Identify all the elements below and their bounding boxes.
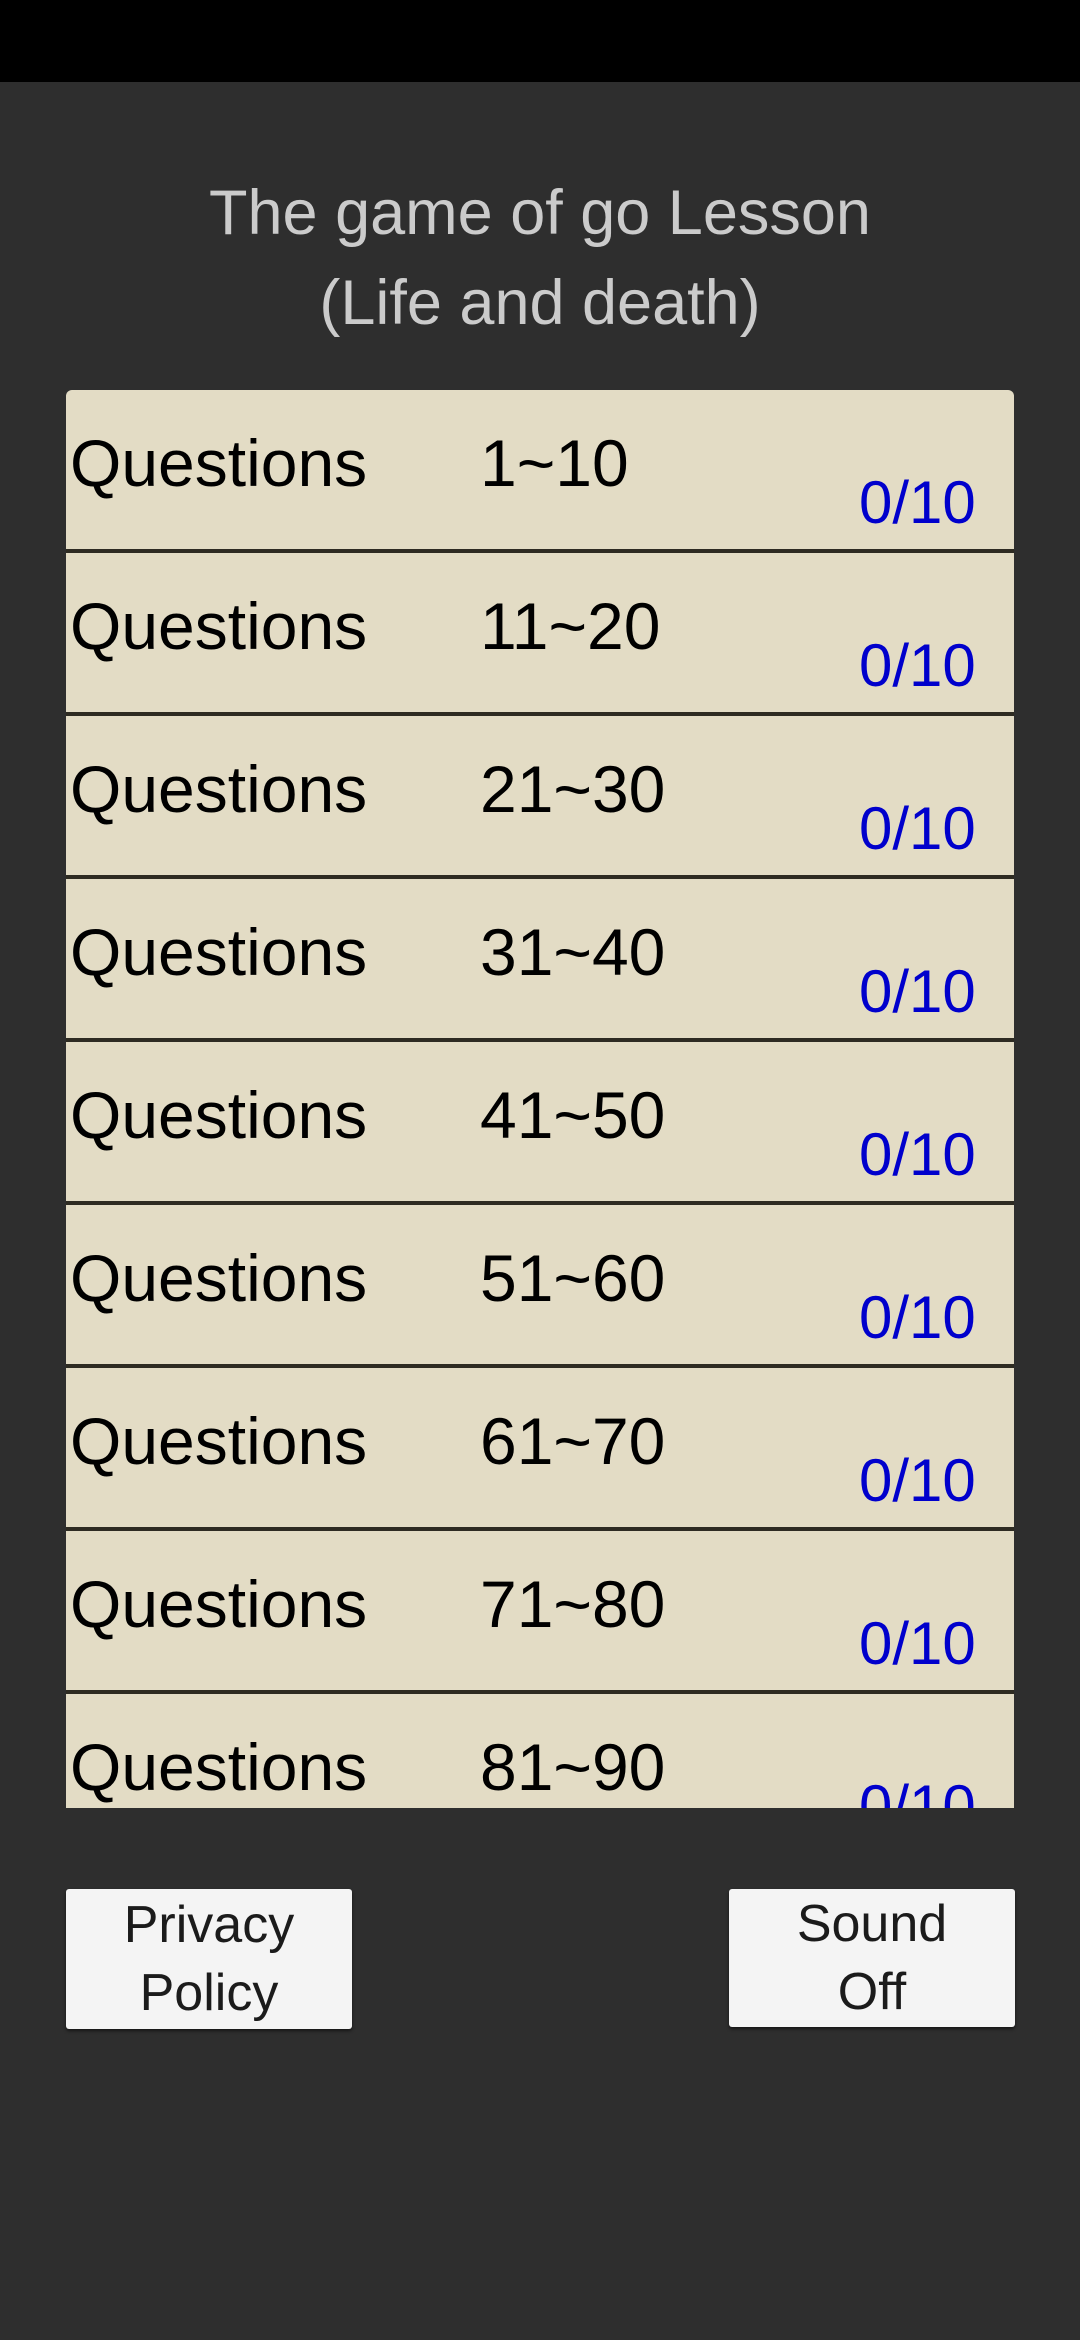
question-row-label: Questions — [70, 915, 368, 989]
question-row[interactable]: Questions 61~70 0/10 — [66, 1368, 1014, 1531]
question-row[interactable]: Questions 31~40 0/10 — [66, 879, 1014, 1042]
question-row-range: 41~50 — [480, 1078, 666, 1152]
question-row-score: 0/10 — [859, 1610, 976, 1677]
status-bar — [0, 0, 1080, 82]
question-row-label: Questions — [70, 1404, 368, 1478]
question-row[interactable]: Questions 81~90 0/10 — [66, 1694, 1014, 1808]
question-row-range: 11~20 — [480, 589, 661, 663]
question-row-range: 81~90 — [480, 1730, 666, 1804]
sound-toggle-button[interactable]: Sound Off — [729, 1889, 1015, 2027]
question-row-label: Questions — [70, 1241, 368, 1315]
question-row-score: 0/10 — [859, 1284, 976, 1351]
question-list[interactable]: Questions 1~10 0/10 Questions 11~20 0/10 Quest… — [66, 390, 1014, 1808]
question-row-score: 0/10 — [859, 958, 976, 1025]
question-row-score: 0/10 — [859, 1121, 976, 1188]
question-row-label: Questions — [70, 589, 368, 663]
question-row-score: 0/10 — [859, 1447, 976, 1514]
question-row[interactable]: Questions 51~60 0/10 — [66, 1205, 1014, 1368]
question-row-score: 0/10 — [859, 1773, 976, 1808]
question-row-label: Questions — [70, 752, 368, 826]
question-row[interactable]: Questions 11~20 0/10 — [66, 553, 1014, 716]
question-row[interactable]: Questions 41~50 0/10 — [66, 1042, 1014, 1205]
question-row-label: Questions — [70, 1730, 368, 1804]
question-row-label: Questions — [70, 1078, 368, 1152]
question-row-range: 71~80 — [480, 1567, 666, 1641]
question-row-label: Questions — [70, 1567, 368, 1641]
privacy-policy-button[interactable]: Privacy Policy — [66, 1889, 352, 2029]
app-screen: The game of go Lesson (Life and death) Q… — [0, 0, 1080, 2340]
question-row[interactable]: Questions 71~80 0/10 — [66, 1531, 1014, 1694]
question-row-range: 21~30 — [480, 752, 666, 826]
question-row-label: Questions — [70, 426, 368, 500]
question-row-range: 31~40 — [480, 915, 666, 989]
page-title: The game of go Lesson (Life and death) — [209, 178, 871, 338]
question-row-range: 61~70 — [480, 1404, 666, 1478]
question-row-score: 0/10 — [859, 632, 976, 699]
question-row-score: 0/10 — [859, 795, 976, 862]
question-row[interactable]: Questions 21~30 0/10 — [66, 716, 1014, 879]
question-row[interactable]: Questions 1~10 0/10 — [66, 390, 1014, 553]
question-row-range: 51~60 — [480, 1241, 666, 1315]
question-row-range: 1~10 — [480, 426, 629, 500]
question-row-score: 0/10 — [859, 469, 976, 536]
